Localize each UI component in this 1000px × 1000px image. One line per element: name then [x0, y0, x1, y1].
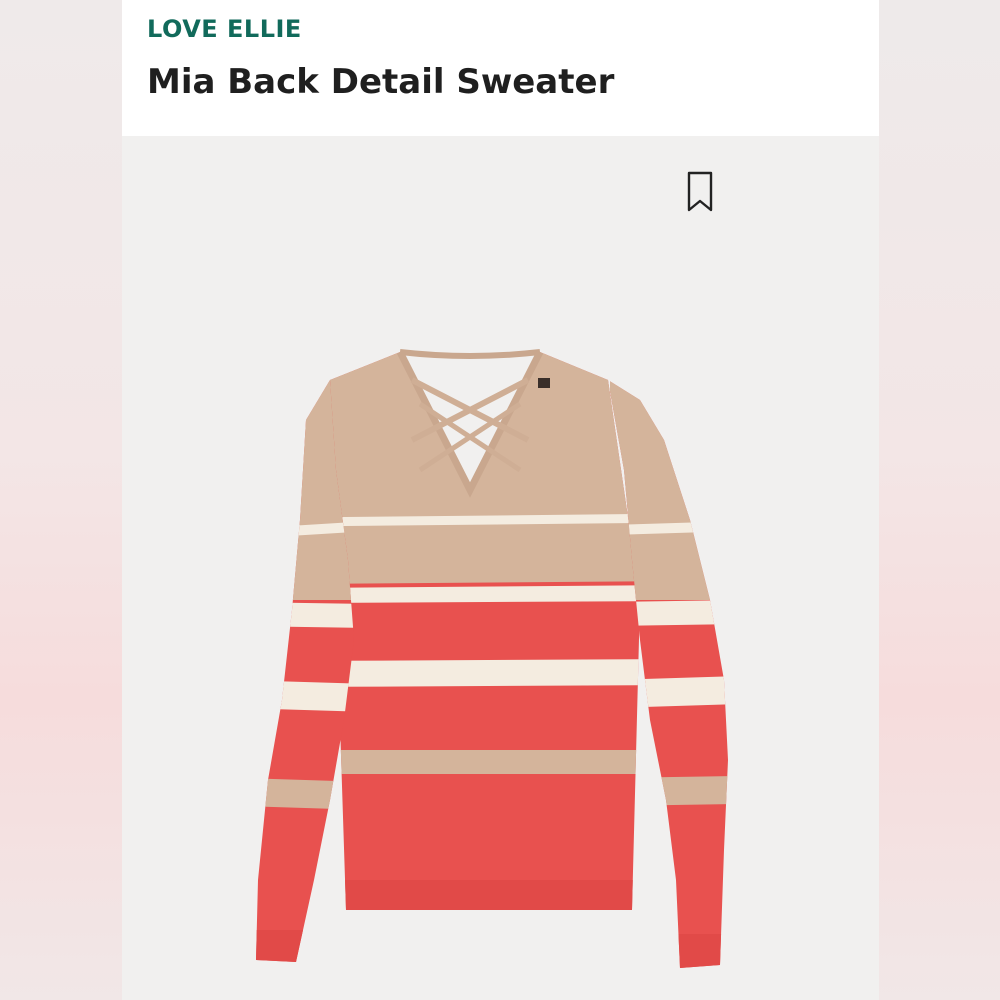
sweater-image	[256, 349, 728, 968]
